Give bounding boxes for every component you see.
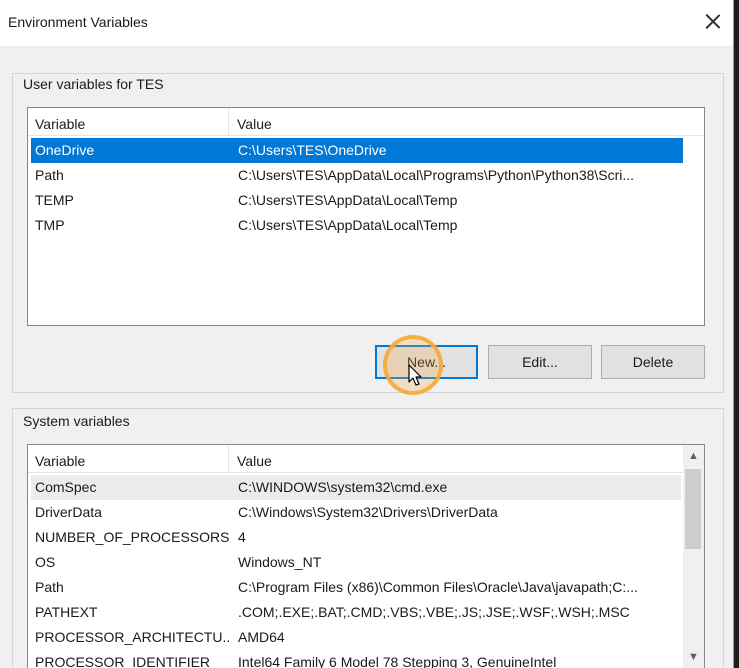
list-header: Variable Value [28,108,704,136]
table-row[interactable]: TEMP C:\Users\TES\AppData\Local\Temp [31,188,683,213]
variable-value: C:\Users\TES\AppData\Local\Temp [238,192,458,208]
table-row[interactable]: OneDrive C:\Users\TES\OneDrive [31,138,683,163]
table-row[interactable]: Path C:\Users\TES\AppData\Local\Programs… [31,163,683,188]
table-row[interactable]: TMP C:\Users\TES\AppData\Local\Temp [31,213,683,238]
window-title: Environment Variables [8,14,148,30]
variable-name: OS [35,554,56,570]
variable-value: AMD64 [238,629,285,645]
user-variables-label: User variables for TES [22,76,165,92]
environment-variables-dialog: Environment Variables User variables for… [0,0,734,668]
variable-name: TMP [35,217,65,233]
variable-value: Intel64 Family 6 Model 78 Stepping 3, Ge… [238,654,557,668]
vertical-scrollbar[interactable]: ▲ ▼ [683,445,704,668]
variable-name: PROCESSOR_ARCHITECTU... [35,629,230,645]
edit-button-label: Edit... [522,354,558,370]
variable-name: PROCESSOR_IDENTIFIER [35,654,211,668]
variable-value: C:\Users\TES\AppData\Local\Temp [238,217,458,233]
new-user-variable-button[interactable]: New... [375,345,478,379]
delete-user-variable-button[interactable]: Delete [601,345,705,379]
scrollbar-thumb[interactable] [685,469,701,549]
variable-value: .COM;.EXE;.BAT;.CMD;.VBS;.VBE;.JS;.JSE;.… [238,604,630,620]
table-row[interactable]: PATHEXT .COM;.EXE;.BAT;.CMD;.VBS;.VBE;.J… [31,600,681,625]
chevron-down-icon[interactable]: ▼ [683,646,704,668]
variable-name: DriverData [35,504,102,520]
table-row[interactable]: DriverData C:\Windows\System32\Drivers\D… [31,500,681,525]
variable-value: C:\Program Files (x86)\Common Files\Orac… [238,579,638,595]
variable-value: Windows_NT [238,554,322,570]
column-header-variable[interactable]: Variable [28,445,229,473]
variable-name: OneDrive [35,142,95,158]
column-header-variable[interactable]: Variable [28,108,229,136]
system-variables-list[interactable]: Variable Value ComSpec C:\WINDOWS\system… [27,444,705,668]
variable-value: 4 [238,529,246,545]
edit-user-variable-button[interactable]: Edit... [488,345,592,379]
variable-value: C:\WINDOWS\system32\cmd.exe [238,479,448,495]
variable-name: NUMBER_OF_PROCESSORS [35,529,230,545]
user-variables-list[interactable]: Variable Value OneDrive C:\Users\TES\One… [27,107,705,326]
variable-name: TEMP [35,192,74,208]
variable-name: ComSpec [35,479,97,495]
delete-button-label: Delete [632,354,674,370]
variable-name: Path [35,167,64,183]
system-variables-label: System variables [22,413,131,429]
table-row[interactable]: Path C:\Program Files (x86)\Common Files… [31,575,681,600]
variable-value: C:\Users\TES\AppData\Local\Programs\Pyth… [238,167,635,183]
close-icon[interactable] [696,4,730,38]
table-row[interactable]: PROCESSOR_IDENTIFIER Intel64 Family 6 Mo… [31,650,681,668]
column-header-value[interactable]: Value [230,445,630,473]
variable-value: C:\Users\TES\OneDrive [238,142,387,158]
new-button-label: New... [407,354,446,370]
variable-name: Path [35,579,64,595]
table-row[interactable]: ComSpec C:\WINDOWS\system32\cmd.exe [31,475,681,500]
list-header: Variable Value [28,445,704,473]
table-row[interactable]: PROCESSOR_ARCHITECTU... AMD64 [31,625,681,650]
variable-value: C:\Windows\System32\Drivers\DriverData [238,504,498,520]
table-row[interactable]: NUMBER_OF_PROCESSORS 4 [31,525,681,550]
variable-name: PATHEXT [35,604,98,620]
table-row[interactable]: OS Windows_NT [31,550,681,575]
chevron-up-icon[interactable]: ▲ [683,445,704,467]
title-bar: Environment Variables [0,0,733,46]
column-header-value[interactable]: Value [230,108,630,136]
